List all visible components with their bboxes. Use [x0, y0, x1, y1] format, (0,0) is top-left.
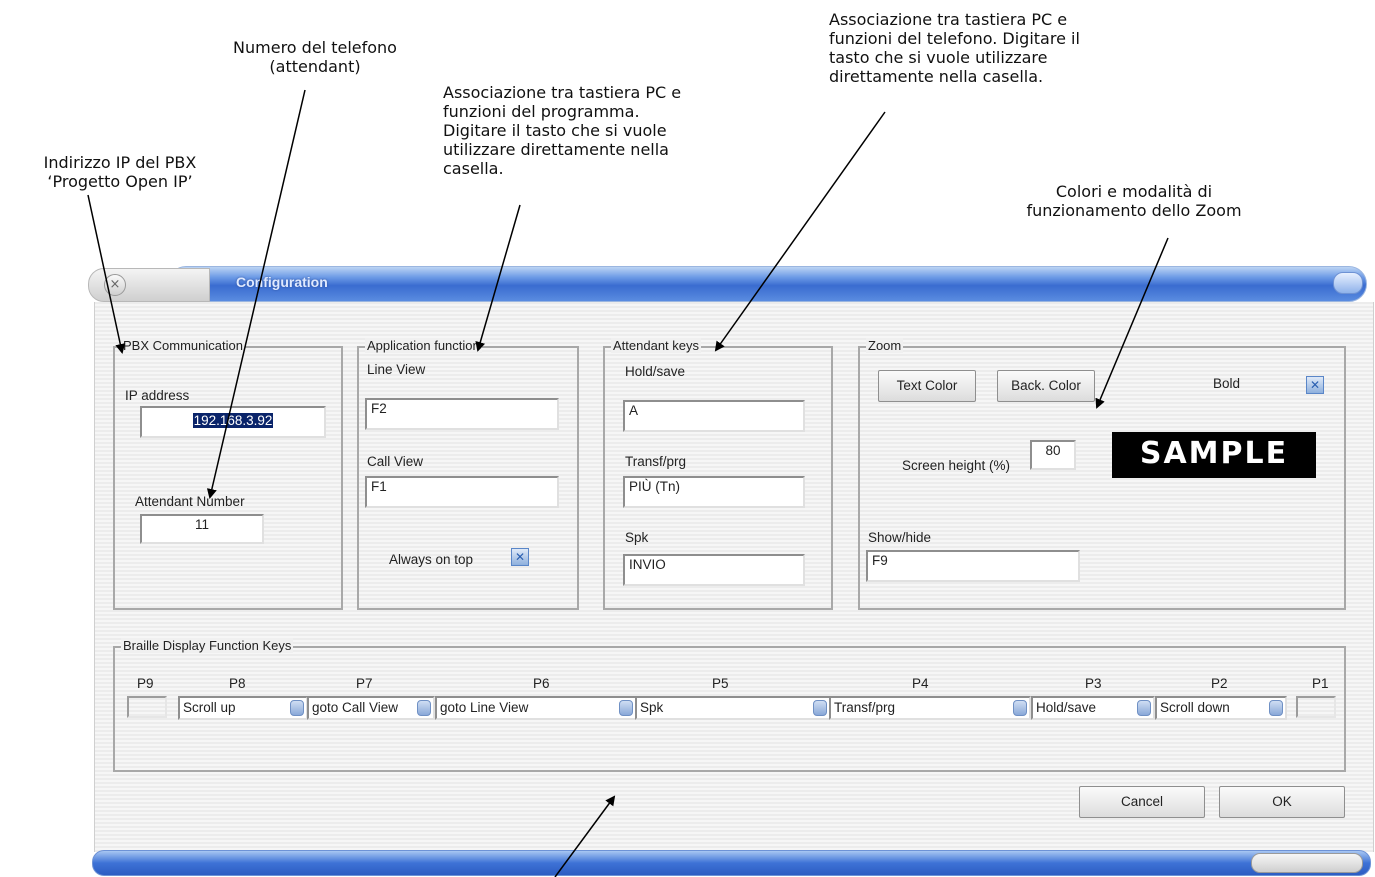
annotation-app-keys: Associazione tra tastiera PC e funzioni …	[443, 83, 682, 178]
braille-key-label-p3: P3	[1085, 676, 1102, 691]
show-hide-field[interactable]: F9	[866, 550, 1080, 582]
braille-key-label-p5: P5	[712, 676, 729, 691]
bottom-bar	[88, 848, 1375, 877]
screen-height-label: Screen height (%)	[902, 458, 1011, 473]
attendant-number-label: Attendant Number	[135, 494, 245, 509]
braille-key-label-p8: P8	[229, 676, 246, 691]
line-view-label: Line View	[367, 362, 426, 377]
ip-address-value: 192.168.3.92	[192, 413, 274, 428]
zoom-legend: Zoom	[866, 338, 904, 353]
title-bar-pill	[168, 266, 1367, 302]
braille-key-p3-select[interactable]: Hold/save	[1031, 696, 1155, 720]
configuration-window: × Configuration PBX Communication IP add…	[88, 262, 1375, 877]
ok-button[interactable]: OK	[1219, 786, 1345, 818]
dropdown-arrow-icon[interactable]	[813, 700, 827, 716]
always-on-top-label: Always on top	[389, 552, 474, 567]
bottom-bar-track	[92, 850, 1371, 876]
spk-field[interactable]: INVIO	[623, 554, 805, 586]
text-color-button[interactable]: Text Color	[878, 370, 976, 402]
braille-key-label-p9: P9	[137, 676, 154, 691]
braille-keys-group: Braille Display Function Keys P9 P8 Scro…	[113, 638, 1346, 772]
braille-key-p8-select[interactable]: Scroll up	[178, 696, 308, 720]
window-title: Configuration	[236, 274, 328, 290]
braille-key-p6-select[interactable]: goto Line View	[435, 696, 637, 720]
zoom-sample-preview: SAMPLE	[1112, 432, 1316, 478]
braille-key-p4-select[interactable]: Transf/prg	[829, 696, 1031, 720]
resize-grip[interactable]	[1251, 853, 1363, 873]
ip-address-field[interactable]: 192.168.3.92	[140, 406, 326, 438]
braille-key-p5-select[interactable]: Spk	[635, 696, 831, 720]
close-icon[interactable]: ×	[104, 274, 126, 296]
hold-save-field[interactable]: A	[623, 400, 805, 432]
dropdown-arrow-icon[interactable]	[417, 700, 431, 716]
annotation-pbx-ip: Indirizzo IP del PBX ‘Progetto Open IP’	[43, 153, 197, 191]
spk-label: Spk	[625, 530, 649, 545]
application-function-group: Application function Line View F2 Call V…	[357, 338, 579, 610]
show-hide-label: Show/hide	[868, 530, 932, 545]
braille-key-p6-value: goto Line View	[440, 700, 529, 715]
braille-key-label-p2: P2	[1211, 676, 1228, 691]
braille-key-label-p1: P1	[1312, 676, 1329, 691]
annotation-zoom: Colori e modalità di funzionamento dello…	[1026, 182, 1242, 220]
dropdown-arrow-icon[interactable]	[1013, 700, 1027, 716]
braille-key-label-p6: P6	[533, 676, 550, 691]
transf-prg-label: Transf/prg	[625, 454, 687, 469]
hold-save-label: Hold/save	[625, 364, 686, 379]
braille-key-p1-box	[1296, 696, 1336, 718]
braille-key-p3-value: Hold/save	[1036, 700, 1097, 715]
bold-checkbox[interactable]: ✕	[1306, 376, 1324, 394]
braille-key-p2-select[interactable]: Scroll down	[1155, 696, 1287, 720]
pbx-communication-group: PBX Communication IP address 192.168.3.9…	[113, 338, 343, 610]
attendant-keys-group: Attendant keys Hold/save A Transf/prg PI…	[603, 338, 833, 610]
back-color-button[interactable]: Back. Color	[997, 370, 1095, 402]
cancel-button[interactable]: Cancel	[1079, 786, 1205, 818]
bold-label: Bold	[1213, 376, 1241, 391]
annotation-phone-keys: Associazione tra tastiera PC e funzioni …	[829, 10, 1080, 86]
braille-key-label-p7: P7	[356, 676, 373, 691]
braille-key-p5-value: Spk	[640, 700, 664, 715]
ip-address-label: IP address	[125, 388, 190, 403]
braille-key-p2-value: Scroll down	[1160, 700, 1230, 715]
dropdown-arrow-icon[interactable]	[290, 700, 304, 716]
dropdown-arrow-icon[interactable]	[619, 700, 633, 716]
application-function-legend: Application function	[365, 338, 482, 353]
braille-key-label-p4: P4	[912, 676, 929, 691]
screen-height-field[interactable]: 80	[1030, 440, 1076, 470]
annotation-phone-number: Numero del telefono (attendant)	[233, 38, 397, 76]
braille-key-p7-select[interactable]: goto Call View	[307, 696, 435, 720]
line-view-field[interactable]: F2	[365, 398, 559, 430]
braille-key-p4-value: Transf/prg	[834, 700, 896, 715]
attendant-number-field[interactable]: 11	[140, 514, 264, 544]
title-bar-endcap[interactable]	[1333, 272, 1363, 294]
always-on-top-checkbox[interactable]: ✕	[511, 548, 529, 566]
braille-key-p8-value: Scroll up	[183, 700, 236, 715]
braille-key-p7-value: goto Call View	[312, 700, 399, 715]
dropdown-arrow-icon[interactable]	[1269, 700, 1283, 716]
pbx-communication-legend: PBX Communication	[121, 338, 245, 353]
attendant-keys-legend: Attendant keys	[611, 338, 701, 353]
dropdown-arrow-icon[interactable]	[1137, 700, 1151, 716]
dialog-client-area: PBX Communication IP address 192.168.3.9…	[94, 302, 1374, 852]
zoom-group: Zoom Text Color Back. Color Bold ✕ Scree…	[858, 338, 1346, 610]
title-bar[interactable]: × Configuration	[88, 262, 1375, 302]
braille-keys-legend: Braille Display Function Keys	[121, 638, 294, 653]
transf-prg-field[interactable]: PIÙ (Tn)	[623, 476, 805, 508]
call-view-label: Call View	[367, 454, 424, 469]
braille-key-p9-box	[127, 696, 167, 718]
call-view-field[interactable]: F1	[365, 476, 559, 508]
